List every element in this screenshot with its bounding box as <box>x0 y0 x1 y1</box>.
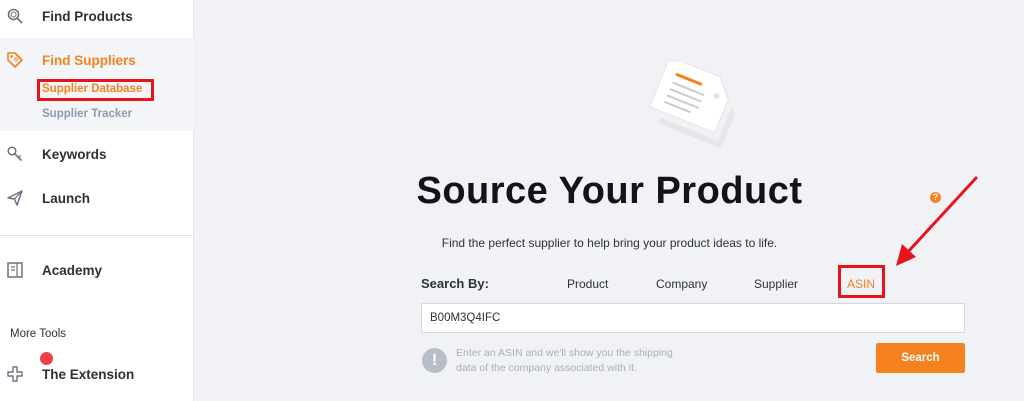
nav-item-launch[interactable]: Launch <box>0 184 194 212</box>
help-icon[interactable]: ? <box>930 192 941 203</box>
tab-product[interactable]: Product <box>567 277 608 291</box>
paper-plane-icon <box>6 189 24 207</box>
nav-item-label: Launch <box>42 190 91 206</box>
nav-item-label: Keywords <box>42 146 107 162</box>
page-title: Source Your Product <box>416 170 803 212</box>
nav-item-academy[interactable]: Academy <box>0 256 194 284</box>
search-button[interactable]: Search <box>876 343 965 373</box>
nav-item-label: The Extension <box>42 366 135 382</box>
book-icon <box>6 261 24 279</box>
tags-illustration <box>649 62 735 149</box>
nav-item-find-products[interactable]: Find Products <box>0 2 194 30</box>
info-icon: ! <box>422 348 447 373</box>
asin-search-input[interactable] <box>421 303 965 333</box>
annotation-highlight-box <box>838 265 885 298</box>
info-hint-text: Enter an ASIN and we'll show you the shi… <box>456 347 673 374</box>
tab-supplier[interactable]: Supplier <box>754 277 798 291</box>
page-subtitle: Find the perfect supplier to help bring … <box>441 236 778 250</box>
nav-item-label: Find Products <box>42 8 133 24</box>
tag-icon <box>6 51 24 69</box>
search-by-label: Search By: <box>421 276 489 291</box>
nav-item-label: Academy <box>42 262 103 278</box>
key-icon <box>6 145 24 163</box>
sidebar: Find Products Find Suppliers Supplier Da… <box>0 0 194 401</box>
nav-item-find-suppliers[interactable]: Find Suppliers <box>0 46 194 74</box>
search-icon <box>6 7 24 25</box>
nav-item-the-extension[interactable]: The Extension <box>0 360 194 388</box>
main-content: Source Your Product ? Find the perfect s… <box>195 0 1024 401</box>
sidebar-divider <box>0 235 194 236</box>
puzzle-icon <box>6 365 24 383</box>
sub-item-supplier-tracker[interactable]: Supplier Tracker <box>42 108 132 120</box>
annotation-highlight-box <box>37 79 154 101</box>
nav-item-keywords[interactable]: Keywords <box>0 140 194 168</box>
tab-company[interactable]: Company <box>656 277 707 291</box>
nav-item-label: Find Suppliers <box>42 52 136 68</box>
more-tools-heading: More Tools <box>10 328 67 340</box>
